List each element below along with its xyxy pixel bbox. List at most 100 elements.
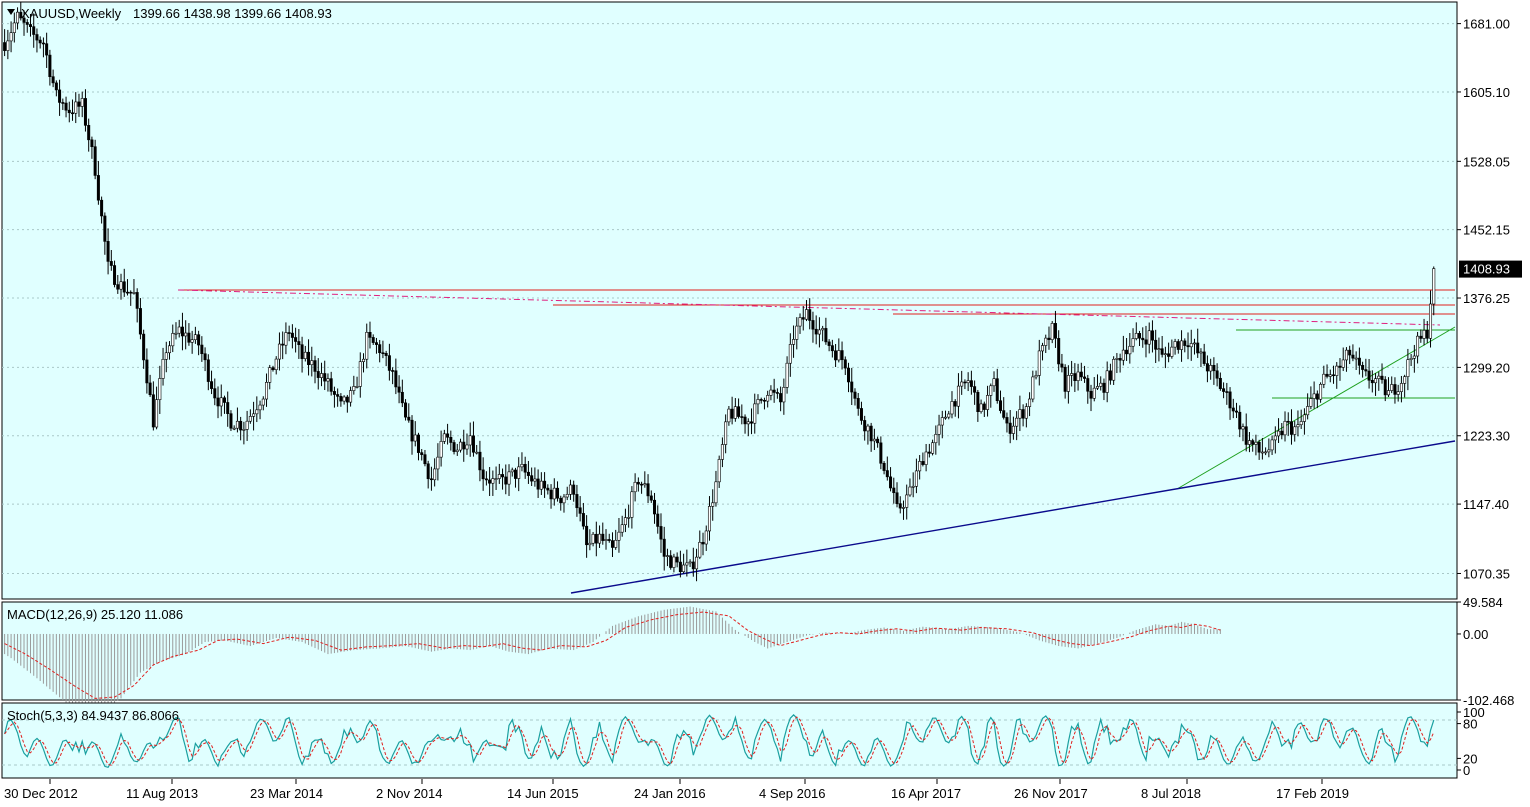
candle-body xyxy=(484,478,488,481)
candle-body xyxy=(1425,330,1429,339)
candle-body xyxy=(756,399,760,405)
candle-body xyxy=(636,481,640,485)
candle-body xyxy=(459,441,463,451)
candle-body xyxy=(1073,373,1077,381)
candle-body xyxy=(879,442,883,464)
candle-body xyxy=(255,409,259,415)
candle-body xyxy=(1196,342,1200,354)
candle-body xyxy=(594,533,598,544)
candle-body xyxy=(1377,375,1381,379)
candle-body xyxy=(1361,365,1365,370)
candle-body xyxy=(1108,370,1112,381)
candle-body xyxy=(1403,376,1407,384)
macd-tick-label: 0.00 xyxy=(1463,627,1488,642)
candle-body xyxy=(161,359,165,379)
candle-body xyxy=(863,420,867,432)
candle-body xyxy=(1050,323,1054,340)
macd-panel[interactable]: MACD(12,26,9) 25.120 11.086 xyxy=(1,601,1458,715)
candle-body xyxy=(847,367,851,383)
candle-body xyxy=(248,416,252,422)
candle-body xyxy=(67,109,71,114)
candle-body xyxy=(345,396,349,403)
candle-body xyxy=(1348,349,1352,356)
candle-body xyxy=(38,39,42,44)
candle-body xyxy=(740,416,744,418)
candle-body xyxy=(1306,406,1310,416)
candle-body xyxy=(730,408,734,419)
candle-body xyxy=(714,481,718,504)
candle-body xyxy=(1432,268,1436,305)
candle-body xyxy=(685,562,689,566)
candle-body xyxy=(882,462,886,471)
candle-body xyxy=(83,98,87,126)
candle-body xyxy=(468,435,472,446)
candle-body xyxy=(940,417,944,426)
candle-body xyxy=(1293,426,1297,435)
candle-body xyxy=(821,328,825,331)
candle-body xyxy=(659,526,663,540)
candle-body xyxy=(310,360,314,366)
candle-body xyxy=(491,478,495,484)
price-tick-label: 1528.05 xyxy=(1463,154,1510,169)
candle-body xyxy=(436,456,440,470)
candle-body xyxy=(488,479,492,484)
candle-body xyxy=(995,378,999,402)
candle-body xyxy=(905,494,909,508)
candle-body xyxy=(16,11,20,24)
price-panel[interactable]: XAUUSD,Weekly 1399.66 1438.98 1399.66 14… xyxy=(1,1,1458,600)
candle-body xyxy=(1260,451,1264,454)
candle-body xyxy=(607,539,611,541)
ohlc-values: 1399.66 1438.98 1399.66 1408.93 xyxy=(133,6,332,21)
candle-body xyxy=(216,397,220,407)
candle-body xyxy=(1399,383,1403,392)
candle-body xyxy=(782,387,786,403)
candle-body xyxy=(646,483,650,497)
candle-body xyxy=(1251,440,1255,445)
candle-body xyxy=(1332,374,1336,377)
candle-body xyxy=(1315,393,1319,400)
candle-body xyxy=(381,352,385,355)
candle-body xyxy=(630,491,634,518)
candle-body xyxy=(1170,346,1174,357)
candle-body xyxy=(610,540,614,548)
candle-body xyxy=(258,404,262,411)
candle-body xyxy=(1089,390,1093,399)
candle-body xyxy=(462,441,466,450)
candle-body xyxy=(1011,425,1015,434)
candle-body xyxy=(701,541,705,545)
candle-body xyxy=(1370,379,1374,384)
price-tick-label: 1376.25 xyxy=(1463,291,1510,306)
candle-body xyxy=(297,341,301,345)
candle-body xyxy=(1147,330,1151,345)
candle-body xyxy=(937,424,941,435)
candle-body xyxy=(623,517,627,526)
chart-root: XAUUSD,Weekly 1399.66 1438.98 1399.66 14… xyxy=(1,1,1522,801)
candle-body xyxy=(1319,383,1323,400)
candle-body xyxy=(811,320,815,330)
candle-body xyxy=(151,394,155,428)
candle-body xyxy=(1212,364,1216,372)
candle-body xyxy=(261,398,265,406)
candle-body xyxy=(598,533,602,544)
candle-body xyxy=(200,344,204,355)
candle-body xyxy=(433,468,437,481)
stoch-panel[interactable]: Stoch(5,3,3) 84.9437 86.8066 xyxy=(1,702,1458,779)
candle-body xyxy=(1131,338,1135,347)
candle-body xyxy=(342,396,346,402)
candle-body xyxy=(601,533,605,541)
candle-body xyxy=(113,265,117,285)
candle-body xyxy=(1034,375,1038,378)
candle-body xyxy=(526,471,530,476)
candle-body xyxy=(992,378,996,387)
candle-body xyxy=(1309,398,1313,407)
candle-body xyxy=(1286,420,1290,423)
candle-body xyxy=(1231,407,1235,412)
candle-body xyxy=(785,362,789,388)
date-axis: 30 Dec 2012 11 Aug 2013 23 Mar 2014 2 Nov 2… xyxy=(4,779,1349,801)
candle-body xyxy=(688,561,692,564)
candle-body xyxy=(6,40,10,51)
candle-body xyxy=(1257,441,1261,453)
candle-body xyxy=(268,367,272,383)
date-tick-label: 26 Nov 2017 xyxy=(1014,786,1088,801)
candle-body xyxy=(1086,378,1090,392)
